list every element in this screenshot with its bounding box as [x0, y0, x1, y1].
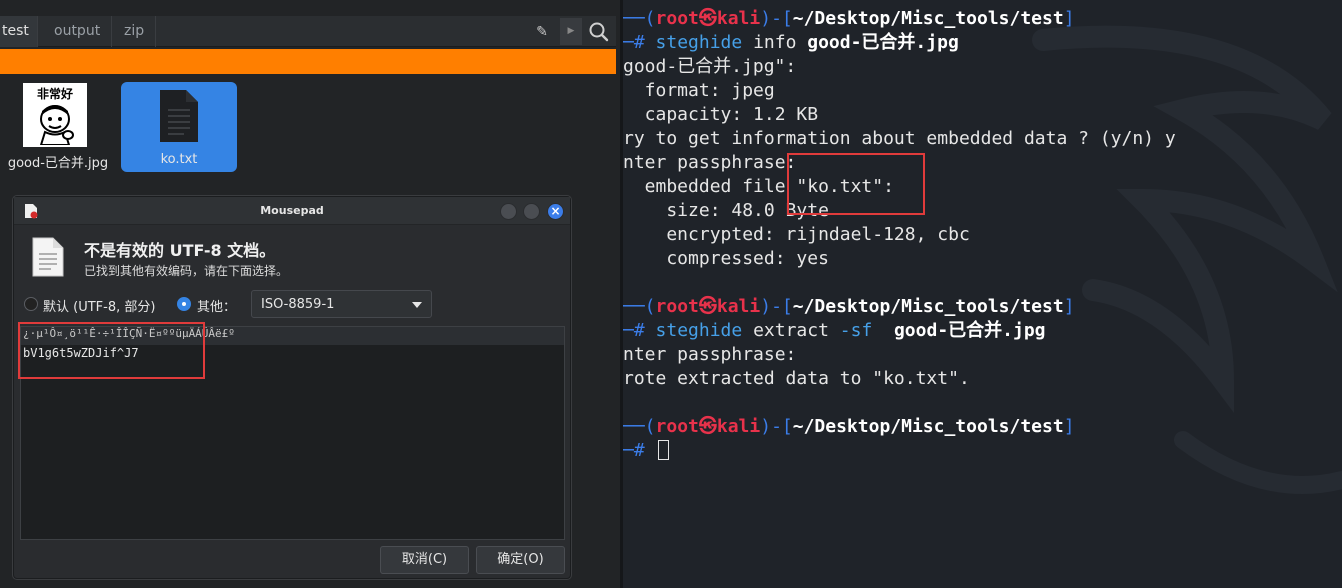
file-item-good-jpg[interactable]: 非常好 good-已合并.jpg: [0, 82, 116, 172]
prompt-user: root: [655, 296, 699, 317]
encoding-select[interactable]: ISO-8859-1: [251, 290, 432, 318]
command-line-2: ─# steghide extract -sf good-已合并.jpg: [623, 320, 1046, 341]
prompt-path: ~/Desktop/Misc_tools/test: [792, 416, 1064, 437]
prompt-path: ~/Desktop/Misc_tools/test: [792, 296, 1064, 317]
image-thumbnail: 非常好: [23, 83, 87, 147]
command-args: extract: [753, 320, 840, 341]
file-name: ko.txt: [160, 152, 198, 167]
ok-button[interactable]: 确定(O): [476, 546, 565, 574]
prompt-user: root: [655, 416, 699, 437]
radio-other-label[interactable]: 其他：: [197, 296, 236, 315]
location-bar: test output zip ✎ ▶: [0, 16, 616, 47]
output-line: ry to get information about embedded dat…: [623, 128, 1176, 149]
output-line: size: 48.0 Byte: [623, 200, 829, 221]
document-icon: [31, 237, 65, 277]
dialog-titlebar[interactable]: Mousepad ×: [14, 197, 570, 225]
command-line-1: ─# steghide info good-已合并.jpg: [623, 32, 959, 53]
output-line: format: jpeg: [623, 80, 775, 101]
dialog-title: Mousepad: [260, 204, 324, 217]
prompt-host: kali: [716, 296, 761, 317]
breadcrumb-output[interactable]: output: [38, 16, 112, 47]
preview-line-1: ¿·µ¹Ô¤¸ö¹¹Ê·÷¹ÎÎÇÑ·Ë¤ººüµÄÁÜÂë£º: [23, 327, 235, 340]
pencil-icon[interactable]: ✎: [528, 20, 556, 44]
terminal-window[interactable]: ──(root㉿kali)-[~/Desktop/Misc_tools/test…: [623, 0, 1342, 588]
output-line: nter passphrase:: [623, 344, 797, 365]
close-icon[interactable]: ×: [547, 203, 564, 220]
chevron-down-icon: [412, 302, 422, 308]
file-manager-window: test output zip ✎ ▶ 非常好 good-已合并.jpg ko.…: [0, 0, 620, 588]
breadcrumb-test[interactable]: test: [0, 16, 38, 47]
mousepad-encoding-dialog: Mousepad × 不是有效的 UTF-8 文档。 已找到其他有效编码，请在下…: [13, 196, 571, 579]
command-line-3[interactable]: ─#: [623, 439, 669, 463]
command-option: -sf: [839, 320, 873, 341]
radio-other-encoding[interactable]: [177, 297, 191, 311]
output-line: good-已合并.jpg":: [623, 56, 797, 77]
prompt-line-3: ──(root㉿kali)-[~/Desktop/Misc_tools/test…: [623, 416, 1075, 437]
command-name: steghide: [655, 32, 743, 53]
prompt-user: root: [655, 8, 699, 29]
radio-default-encoding[interactable]: [24, 297, 38, 311]
radio-default-label[interactable]: 默认 (UTF-8, 部分): [43, 296, 155, 315]
prompt-line-1: ──(root㉿kali)-[~/Desktop/Misc_tools/test…: [623, 8, 1075, 29]
output-line: nter passphrase:: [623, 152, 797, 173]
command-name: steghide: [655, 320, 743, 341]
encoding-value: ISO-8859-1: [261, 297, 335, 312]
preview-line-2: bV1g6t5wZDJif^J7: [23, 346, 139, 360]
file-item-ko-txt[interactable]: ko.txt: [121, 82, 237, 172]
chevron-right-icon[interactable]: ▶: [560, 18, 582, 45]
search-icon[interactable]: [586, 18, 612, 45]
prompt-path: ~/Desktop/Misc_tools/test: [792, 8, 1064, 29]
progress-banner: [0, 49, 616, 74]
output-line: rote extracted data to "ko.txt".: [623, 368, 970, 389]
preview-text-area[interactable]: ¿·µ¹Ô¤¸ö¹¹Ê·÷¹ÎÎÇÑ·Ë¤ººüµÄÁÜÂë£º bV1g6t5…: [20, 326, 565, 540]
output-line: embedded file "ko.txt":: [623, 176, 894, 197]
output-line: capacity: 1.2 KB: [623, 104, 819, 125]
prompt-host: kali: [716, 8, 761, 29]
output-line: encrypted: rijndael-128, cbc: [623, 224, 970, 245]
dialog-subtext: 已找到其他有效编码，请在下面选择。: [84, 264, 289, 278]
command-args: info: [753, 32, 808, 53]
dialog-heading: 不是有效的 UTF-8 文档。: [84, 241, 276, 260]
minimize-button[interactable]: [500, 203, 517, 220]
text-document-icon: [156, 88, 202, 144]
command-file: good-已合并.jpg: [807, 32, 959, 53]
file-name: good-已合并.jpg: [7, 156, 109, 171]
cancel-button[interactable]: 取消(C): [380, 546, 469, 574]
prompt-host: kali: [716, 416, 761, 437]
prompt-line-2: ──(root㉿kali)-[~/Desktop/Misc_tools/test…: [623, 296, 1075, 317]
terminal-cursor: [657, 440, 669, 460]
maximize-button[interactable]: [523, 203, 540, 220]
thumbnail-caption: 非常好: [36, 87, 73, 101]
command-file: good-已合并.jpg: [893, 320, 1046, 341]
breadcrumb-zip[interactable]: zip: [112, 16, 156, 47]
output-line: compressed: yes: [623, 248, 829, 269]
